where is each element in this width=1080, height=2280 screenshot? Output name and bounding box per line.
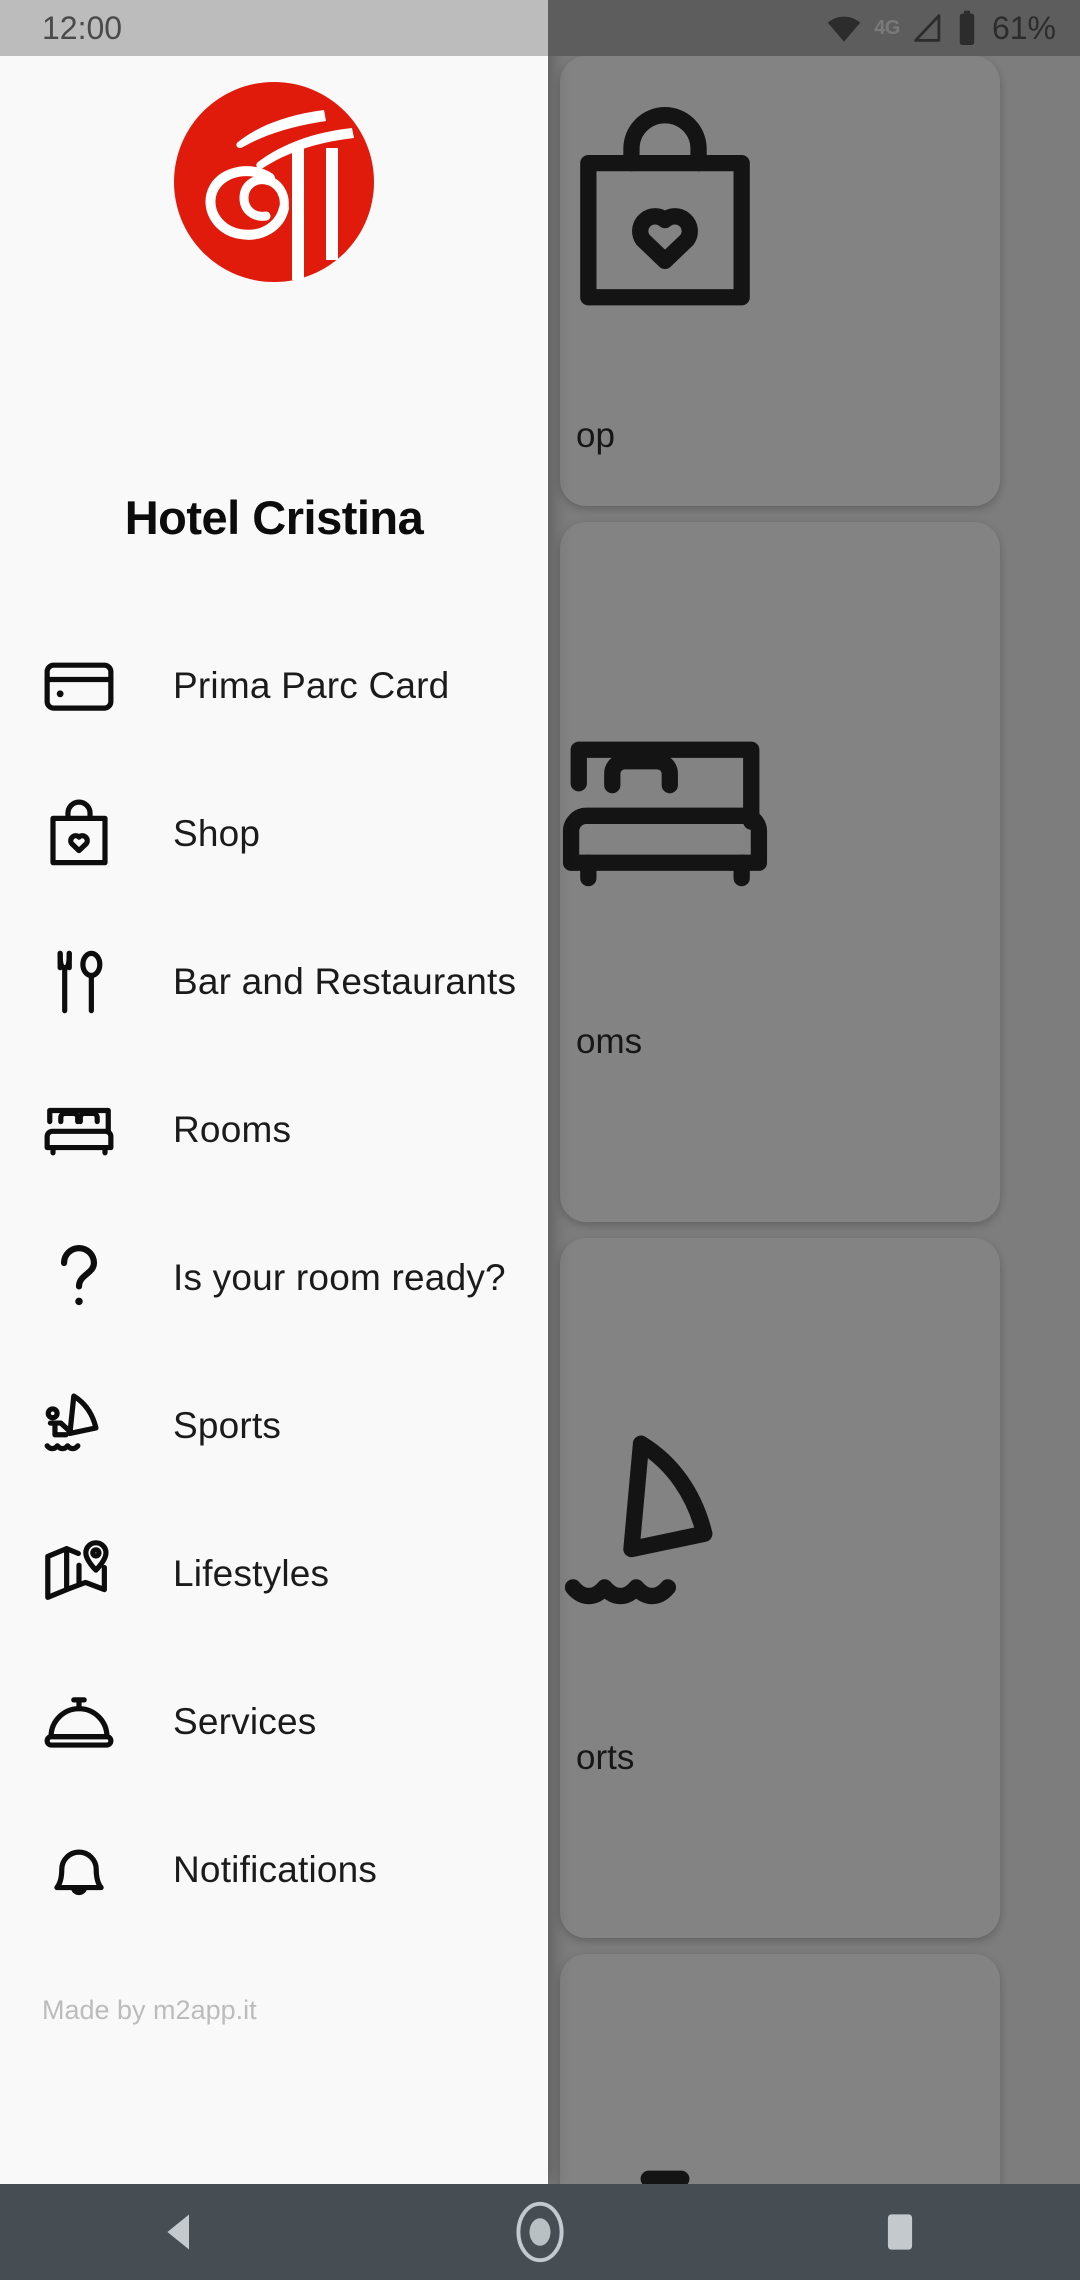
wifi-icon [825,13,863,43]
square-icon [887,2214,913,2250]
made-by-footer: Made by m2app.it [42,1995,257,2025]
shopping-bag-heart-icon [550,96,780,326]
back-button[interactable] [0,2184,360,2280]
recents-button[interactable] [720,2184,1080,2280]
drawer-menu: Prima Parc Card Shop Bar and Restaurants… [0,612,548,1944]
battery-percent-label: 61% [991,9,1056,46]
fork-spoon-icon [40,943,118,1021]
bed-icon [40,1091,118,1169]
background-card-rooms[interactable]: oms [560,522,1000,1222]
background-card-label: op [576,416,615,455]
menu-item-notifications[interactable]: Notifications [0,1796,548,1944]
background-card-label: oms [576,1022,643,1061]
hotel-cristina-logo [174,82,374,282]
menu-item-shop[interactable]: Shop [0,760,548,908]
menu-item-label: Sports [173,1405,282,1446]
menu-item-prima-parc-card[interactable]: Prima Parc Card [0,612,548,760]
menu-item-rooms[interactable]: Rooms [0,1056,548,1204]
credit-card-icon [40,647,118,725]
menu-item-lifestyles[interactable]: Lifestyles [0,1500,548,1648]
page-title: Hotel Cristina [124,491,424,544]
menu-item-label: Is your room ready? [173,1257,506,1298]
background-card-label: orts [576,1738,635,1777]
background-card-shop[interactable]: op [560,56,1000,506]
triangle-left-icon [167,2214,189,2250]
circle-icon [516,2201,564,2263]
menu-item-label: Lifestyles [173,1553,330,1594]
menu-item-is-your-room-ready[interactable]: Is your room ready? [0,1204,548,1352]
menu-item-services[interactable]: Services [0,1648,548,1796]
map-pin-icon [40,1535,118,1613]
home-button[interactable] [360,2184,720,2280]
service-bell-icon [40,1683,118,1761]
question-mark-icon [40,1239,118,1317]
cellular-signal-icon [911,12,945,44]
android-nav-bar [0,2184,1080,2280]
shopping-bag-heart-icon [40,795,118,873]
menu-item-bar-and-restaurants[interactable]: Bar and Restaurants [0,908,548,1056]
phone-screen: op oms orts Hotel Cristina Prima Parc Ca… [0,0,1080,2280]
status-bar-clock: 12:00 [42,9,123,46]
status-bar: 12:00 4G 61% [0,0,1080,56]
bed-icon [550,697,780,927]
logo-container [0,82,548,282]
navigation-drawer: Hotel Cristina Prima Parc Card Shop Bar … [0,0,548,2184]
battery-icon [956,10,978,46]
menu-item-label: Services [173,1701,317,1742]
windsurf-icon [550,1413,780,1643]
network-type-label: 4G [874,16,900,39]
menu-item-label: Bar and Restaurants [173,961,517,1002]
menu-item-label: Rooms [173,1109,292,1150]
menu-item-label: Prima Parc Card [173,665,450,706]
status-bar-icons: 4G 61% [825,0,1056,56]
windsurf-icon [40,1387,118,1465]
menu-item-sports[interactable]: Sports [0,1352,548,1500]
bell-icon [40,1831,118,1909]
background-card-sports[interactable]: orts [560,1238,1000,1938]
menu-item-label: Notifications [173,1849,378,1890]
menu-item-label: Shop [173,813,261,854]
